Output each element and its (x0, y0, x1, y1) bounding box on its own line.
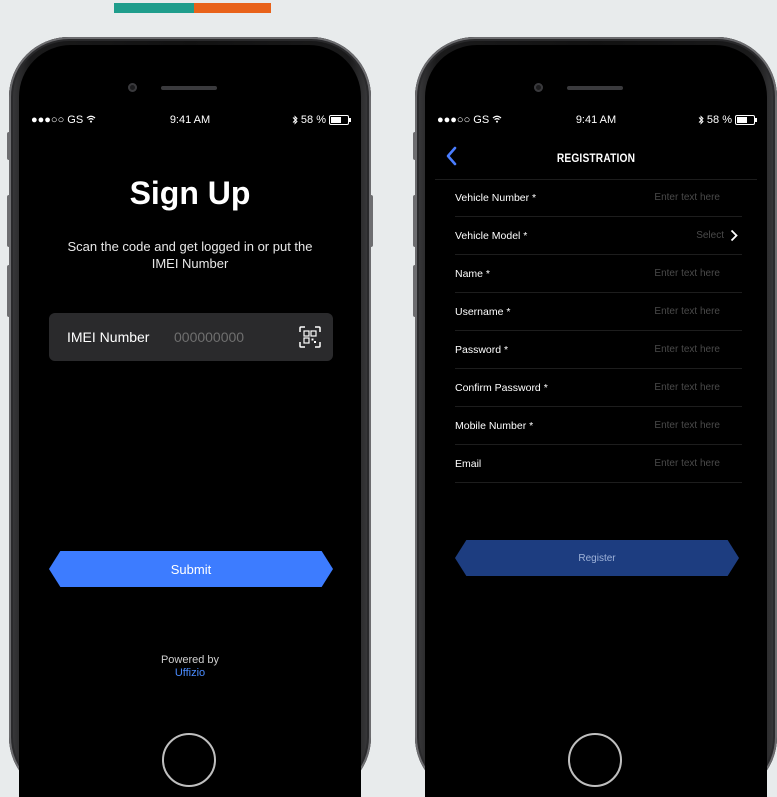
register-button[interactable]: Register (455, 540, 739, 576)
username-input[interactable] (600, 306, 720, 317)
signup-screen: ●●●○○ GS 9:41 AM 58 % Sign Up Scan the c… (19, 45, 361, 797)
vehicle-number-input[interactable] (600, 192, 720, 203)
chevron-right-icon (730, 229, 738, 242)
home-button[interactable] (568, 733, 622, 787)
front-camera (534, 83, 543, 92)
field-label: Username * (455, 305, 511, 318)
field-email: Email (455, 445, 742, 483)
battery-icon (329, 115, 351, 125)
registration-screen: ●●●○○ GS 9:41 AM 58 % REGISTRATION Vehic… (425, 45, 767, 797)
volume-down-button (413, 265, 417, 317)
battery-percent: 58 % (706, 114, 732, 126)
volume-up-button (7, 195, 11, 247)
registration-form: Vehicle Number * Vehicle Model * Select … (455, 179, 742, 483)
front-camera (128, 83, 137, 92)
vehicle-model-select[interactable]: Select (696, 229, 738, 242)
status-bar: ●●●○○ GS 9:41 AM 58 % (19, 114, 361, 130)
field-username: Username * (455, 293, 742, 331)
imei-field: IMEI Number (49, 313, 333, 361)
imei-input[interactable] (172, 328, 296, 346)
field-label: Confirm Password * (455, 381, 548, 394)
phone-registration: ●●●○○ GS 9:41 AM 58 % REGISTRATION Vehic… (413, 37, 777, 797)
field-label: Vehicle Model * (455, 229, 528, 242)
page-title: Sign Up (129, 175, 251, 211)
powered-by-label: Powered by (160, 654, 220, 666)
field-vehicle-model: Vehicle Model * Select (455, 217, 742, 255)
accent-bar-orange (194, 3, 271, 13)
field-confirm-password: Confirm Password * (455, 369, 742, 407)
battery-percent: 58 % (300, 114, 326, 126)
password-input[interactable] (600, 344, 720, 355)
mute-switch (7, 132, 11, 160)
volume-down-button (7, 265, 11, 317)
status-bar: ●●●○○ GS 9:41 AM 58 % (425, 114, 767, 130)
imei-label: IMEI Number (67, 329, 150, 345)
bluetooth-icon (698, 115, 704, 125)
select-placeholder: Select (696, 230, 724, 241)
field-label: Mobile Number * (455, 419, 534, 432)
page-title: REGISTRATION (556, 151, 636, 165)
brand-link[interactable]: Uffizio (19, 667, 361, 680)
field-mobile-number: Mobile Number * (455, 407, 742, 445)
home-button[interactable] (162, 733, 216, 787)
field-name: Name * (455, 255, 742, 293)
battery-icon (735, 115, 757, 125)
phone-signup: ●●●○○ GS 9:41 AM 58 % Sign Up Scan the c… (7, 37, 373, 797)
field-vehicle-number: Vehicle Number * (455, 179, 742, 217)
earpiece-speaker (161, 86, 217, 90)
confirm-password-input[interactable] (600, 382, 720, 393)
field-label: Email (455, 457, 482, 470)
field-label: Password * (455, 343, 509, 356)
qr-scan-icon[interactable] (299, 326, 321, 348)
accent-bar-teal (114, 3, 194, 13)
mute-switch (413, 132, 417, 160)
field-label: Name * (455, 267, 491, 280)
field-password: Password * (455, 331, 742, 369)
earpiece-speaker (567, 86, 623, 90)
powered-by: Powered by Uffizio (19, 654, 361, 680)
bluetooth-icon (292, 115, 298, 125)
field-label: Vehicle Number * (455, 191, 537, 204)
mobile-number-input[interactable] (600, 420, 720, 431)
name-input[interactable] (600, 268, 720, 279)
submit-button[interactable]: Submit (49, 551, 333, 587)
email-input[interactable] (600, 458, 720, 469)
signup-instructions: Scan the code and get logged in or put t… (67, 239, 313, 271)
volume-up-button (413, 195, 417, 247)
power-button (369, 195, 373, 247)
